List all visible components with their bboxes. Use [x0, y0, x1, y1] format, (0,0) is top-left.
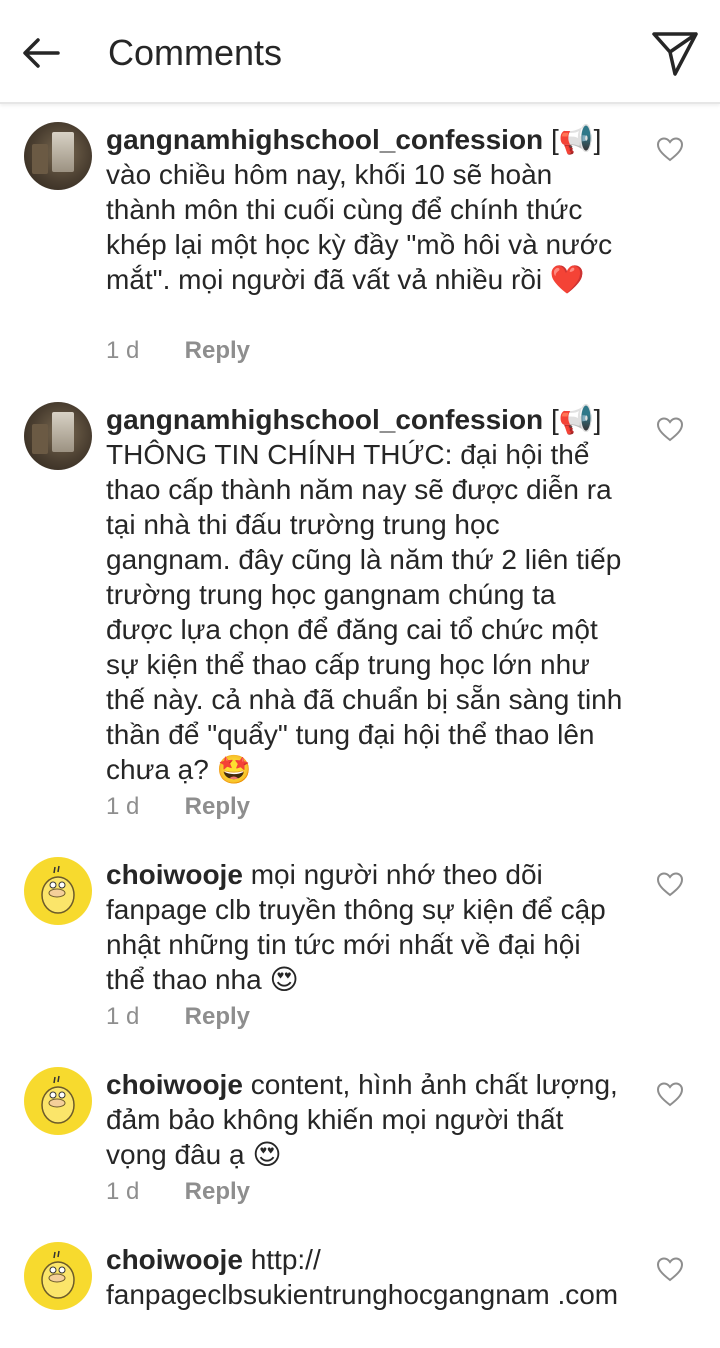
- comment-item: choiwooje mọi người nhớ theo dõi fanpage…: [0, 857, 720, 1037]
- comment-body: choiwooje mọi người nhớ theo dõi fanpage…: [106, 857, 626, 997]
- comment-item: choiwooje content, hình ảnh chất lượng, …: [0, 1067, 720, 1207]
- heart-outline-icon[interactable]: [656, 136, 684, 162]
- reply-button[interactable]: Reply: [185, 337, 250, 364]
- heart-eyes-emoji: 😍: [269, 963, 299, 996]
- comment-username[interactable]: choiwooje: [106, 1244, 243, 1275]
- reply-button[interactable]: Reply: [185, 1003, 250, 1030]
- reply-button[interactable]: Reply: [185, 793, 250, 820]
- heart-emoji: ❤️: [549, 263, 585, 296]
- heart-outline-icon[interactable]: [656, 416, 684, 442]
- heart-outline-icon[interactable]: [656, 1256, 684, 1282]
- comment-text: vào chiều hôm nay, khối 10 sẽ hoàn thành…: [106, 159, 613, 295]
- heart-outline-icon[interactable]: [656, 871, 684, 897]
- page-title: Comments: [108, 32, 283, 73]
- comment-meta: 1 d Reply: [106, 336, 250, 366]
- avatar[interactable]: [24, 1242, 92, 1310]
- comment-meta: 1 d Reply: [106, 792, 250, 822]
- comment-username[interactable]: gangnamhighschool_confession: [106, 124, 543, 155]
- paper-plane-icon[interactable]: [648, 26, 702, 80]
- comment-time: 1 d: [106, 1003, 140, 1030]
- comment-time: 1 d: [106, 793, 140, 820]
- heart-outline-icon[interactable]: [656, 1081, 684, 1107]
- comment-body: choiwooje http:// fanpageclbsukientrungh…: [106, 1242, 626, 1312]
- avatar[interactable]: [24, 402, 92, 470]
- comment-username[interactable]: choiwooje: [106, 859, 243, 890]
- heart-eyes-emoji: 😍: [252, 1138, 282, 1171]
- comment-body: choiwooje content, hình ảnh chất lượng, …: [106, 1067, 626, 1172]
- comment-meta: 1 d Reply: [106, 1002, 250, 1032]
- avatar[interactable]: [24, 1067, 92, 1135]
- comment-item: gangnamhighschool_confession [📢] THÔNG T…: [0, 402, 720, 827]
- star-eyes-emoji: 🤩: [216, 753, 252, 786]
- comment-prefix: [📢]: [550, 404, 602, 435]
- avatar[interactable]: [24, 122, 92, 190]
- comment-body: gangnamhighschool_confession [📢] vào chi…: [106, 122, 626, 297]
- comment-username[interactable]: gangnamhighschool_confession: [106, 404, 543, 435]
- reply-button[interactable]: Reply: [185, 1178, 250, 1205]
- comment-item: gangnamhighschool_confession [📢] vào chi…: [0, 122, 720, 372]
- top-bar: Comments: [0, 0, 720, 104]
- back-arrow-icon[interactable]: [18, 30, 64, 76]
- comment-item: choiwooje http:// fanpageclbsukientrungh…: [0, 1242, 720, 1348]
- comment-username[interactable]: choiwooje: [106, 1069, 243, 1100]
- comment-body: gangnamhighschool_confession [📢] THÔNG T…: [106, 402, 626, 787]
- comment-prefix: [📢]: [550, 124, 602, 155]
- comment-text: THÔNG TIN CHÍNH THỨC: đại hội thể thao c…: [106, 439, 623, 785]
- comment-time: 1 d: [106, 337, 140, 364]
- avatar[interactable]: [24, 857, 92, 925]
- comment-meta: 1 d Reply: [106, 1177, 250, 1207]
- comment-time: 1 d: [106, 1178, 140, 1205]
